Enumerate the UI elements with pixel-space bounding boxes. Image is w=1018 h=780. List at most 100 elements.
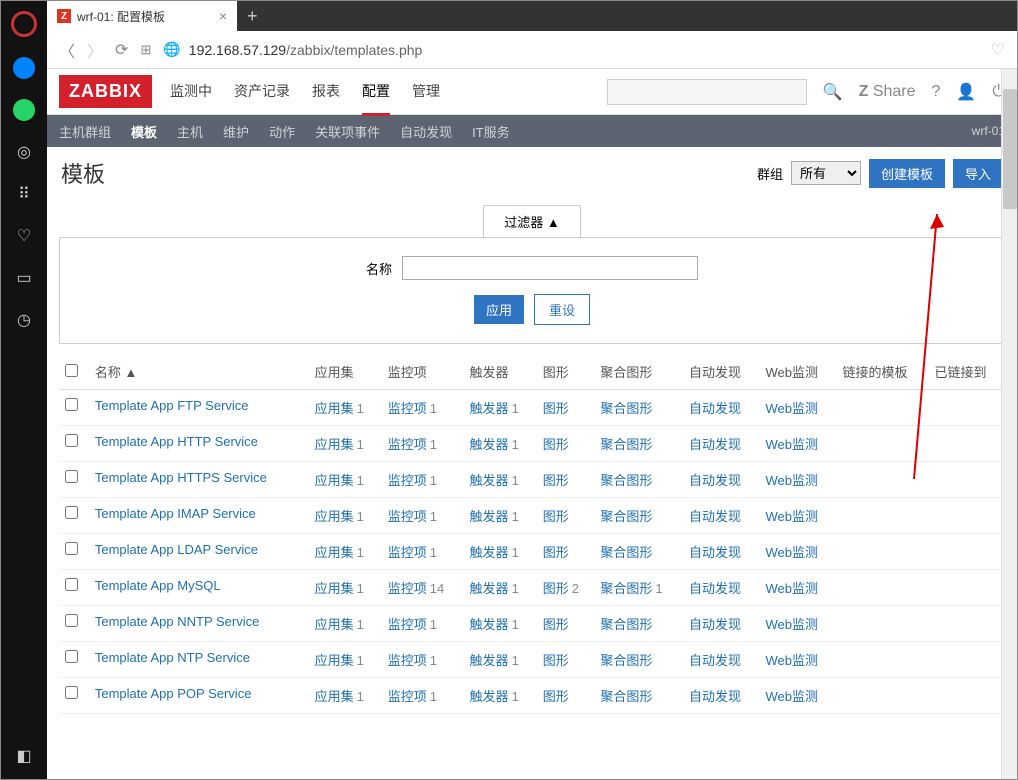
create-template-button[interactable]: 创建模板 (869, 159, 945, 188)
group-label: 群组 (757, 164, 783, 183)
table-row: Template App HTTP Service应用集1监控项1触发器1图形聚… (59, 426, 1005, 462)
scrollbar-thumb[interactable] (1003, 89, 1017, 209)
submenu-自动发现[interactable]: 自动发现 (400, 122, 452, 141)
filter-panel: 名称 应用 重设 (59, 237, 1005, 344)
whatsapp-icon[interactable] (13, 99, 35, 121)
url-host: 192.168.57.129 (189, 42, 286, 58)
template-name-link[interactable]: Template App IMAP Service (95, 506, 256, 521)
template-name-link[interactable]: Template App NTP Service (95, 650, 250, 665)
address-bar: 〈 〉 ⟳ ⊞ 🌐 192.168.57.129/zabbix/template… (47, 31, 1017, 69)
table-row: Template App POP Service应用集1监控项1触发器1图形聚合… (59, 678, 1005, 714)
table-row: Template App IMAP Service应用集1监控项1触发器1图形聚… (59, 498, 1005, 534)
news-icon[interactable]: ▭ (13, 267, 35, 289)
submenu-动作[interactable]: 动作 (269, 122, 295, 141)
forward-button[interactable]: 〉 (87, 38, 103, 62)
col-7[interactable]: Web监测 (759, 354, 836, 390)
col-5[interactable]: 聚合图形 (594, 354, 683, 390)
menu-监测中[interactable]: 监测中 (170, 81, 212, 102)
template-name-link[interactable]: Template App POP Service (95, 686, 252, 701)
tab-bar: Z wrf-01: 配置模板 × + (47, 1, 1017, 31)
speed-dial-button[interactable]: ⊞ (140, 42, 151, 58)
row-checkbox[interactable] (65, 650, 78, 663)
scrollbar[interactable] (1001, 69, 1017, 779)
row-checkbox[interactable] (65, 686, 78, 699)
template-name-link[interactable]: Template App HTTP Service (95, 434, 258, 449)
row-checkbox[interactable] (65, 398, 78, 411)
url-input[interactable]: 🌐 192.168.57.129/zabbix/templates.php (163, 41, 978, 58)
col-1[interactable]: 应用集 (309, 354, 382, 390)
heart-icon[interactable]: ♡ (13, 225, 35, 247)
zabbix-header: ZABBIX 监测中资产记录报表配置管理 🔍 Z Share ? 👤 ⏻ (47, 69, 1017, 115)
speed-dial-icon[interactable]: ⠿ (13, 183, 35, 205)
search-input[interactable] (607, 79, 807, 105)
browser-sidebar: ◎ ⠿ ♡ ▭ ◷ ◧ (1, 1, 47, 779)
select-all-checkbox[interactable] (65, 364, 78, 377)
submenu-主机群组[interactable]: 主机群组 (59, 122, 111, 141)
filter-name-label: 名称 (366, 259, 392, 278)
reset-button[interactable]: 重设 (534, 294, 590, 325)
col-0[interactable]: 名称 ▲ (89, 354, 309, 390)
col-4[interactable]: 图形 (537, 354, 595, 390)
submenu-主机[interactable]: 主机 (177, 122, 203, 141)
menu-配置[interactable]: 配置 (362, 81, 390, 116)
col-3[interactable]: 触发器 (464, 354, 537, 390)
submenu-IT服务[interactable]: IT服务 (472, 122, 510, 141)
history-icon[interactable]: ◷ (13, 309, 35, 331)
reload-button[interactable]: ⟳ (115, 40, 128, 60)
submenu-维护[interactable]: 维护 (223, 122, 249, 141)
row-checkbox[interactable] (65, 578, 78, 591)
submenu-关联项事件[interactable]: 关联项事件 (315, 122, 380, 141)
apply-button[interactable]: 应用 (474, 295, 524, 324)
col-8[interactable]: 链接的模板 (837, 354, 929, 390)
search-icon[interactable]: 🔍 (823, 82, 843, 102)
col-6[interactable]: 自动发现 (683, 354, 759, 390)
opera-logo-icon[interactable] (11, 11, 37, 37)
filter-toggle[interactable]: 过滤器 ▲ (483, 205, 580, 237)
table-row: Template App HTTPS Service应用集1监控项1触发器1图形… (59, 462, 1005, 498)
submenu-模板[interactable]: 模板 (131, 122, 157, 141)
row-checkbox[interactable] (65, 506, 78, 519)
back-button[interactable]: 〈 (59, 38, 75, 62)
browser-tab[interactable]: Z wrf-01: 配置模板 × (47, 1, 237, 31)
template-name-link[interactable]: Template App FTP Service (95, 398, 249, 413)
new-tab-button[interactable]: + (237, 6, 268, 27)
table-row: Template App MySQL应用集1监控项14触发器1图形2聚合图形1自… (59, 570, 1005, 606)
template-name-link[interactable]: Template App HTTPS Service (95, 470, 267, 485)
row-checkbox[interactable] (65, 614, 78, 627)
tab-close-icon[interactable]: × (219, 8, 227, 24)
table-row: Template App FTP Service应用集1监控项1触发器1图形聚合… (59, 390, 1005, 426)
row-checkbox[interactable] (65, 470, 78, 483)
template-name-link[interactable]: Template App LDAP Service (95, 542, 258, 557)
zabbix-submenu: 主机群组 模板 主机 维护 动作 关联项事件 自动发现 IT服务 wrf-01 (47, 115, 1017, 147)
user-icon[interactable]: 👤 (956, 82, 976, 102)
url-path: /zabbix/templates.php (286, 42, 422, 58)
page-title: 模板 (61, 157, 105, 189)
import-button[interactable]: 导入 (953, 159, 1003, 188)
page-content: ZABBIX 监测中资产记录报表配置管理 🔍 Z Share ? 👤 ⏻ 主机群… (47, 69, 1017, 779)
zabbix-logo[interactable]: ZABBIX (59, 75, 152, 108)
template-name-link[interactable]: Template App MySQL (95, 578, 221, 593)
sidebar-toggle-icon[interactable]: ◧ (13, 745, 35, 767)
table-row: Template App NNTP Service应用集1监控项1触发器1图形聚… (59, 606, 1005, 642)
server-name: wrf-01 (972, 124, 1005, 138)
row-checkbox[interactable] (65, 434, 78, 447)
share-link[interactable]: Z Share (859, 83, 916, 101)
help-icon[interactable]: ? (932, 83, 941, 101)
col-2[interactable]: 监控项 (382, 354, 464, 390)
bookmark-icon[interactable]: ♡ (991, 40, 1005, 60)
template-name-link[interactable]: Template App NNTP Service (95, 614, 260, 629)
globe-icon: 🌐 (163, 41, 180, 58)
col-9[interactable]: 已链接到 (928, 354, 1005, 390)
table-row: Template App LDAP Service应用集1监控项1触发器1图形聚… (59, 534, 1005, 570)
templates-table: 名称 ▲应用集监控项触发器图形聚合图形自动发现Web监测链接的模板已链接到 Te… (59, 354, 1005, 714)
tab-title: wrf-01: 配置模板 (77, 8, 165, 25)
messenger-icon[interactable] (13, 57, 35, 79)
menu-管理[interactable]: 管理 (412, 81, 440, 102)
filter-name-input[interactable] (402, 256, 698, 280)
camera-icon[interactable]: ◎ (13, 141, 35, 163)
menu-报表[interactable]: 报表 (312, 81, 340, 102)
group-select[interactable]: 所有 (791, 161, 861, 185)
menu-资产记录[interactable]: 资产记录 (234, 81, 290, 102)
row-checkbox[interactable] (65, 542, 78, 555)
table-row: Template App NTP Service应用集1监控项1触发器1图形聚合… (59, 642, 1005, 678)
